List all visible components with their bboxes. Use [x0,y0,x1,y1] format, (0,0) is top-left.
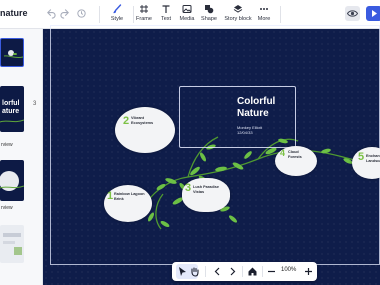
slide-thumbnail[interactable] [0,225,24,263]
bottom-divider [242,266,243,277]
chevron-right-icon[interactable] [227,266,238,277]
slide-thumbnail-image [3,233,22,255]
tool-label: Shape [201,16,217,22]
presentation-title[interactable]: Colorful Nature [237,96,297,120]
redo-icon[interactable] [60,8,71,19]
topic-number: 5 [358,151,365,163]
cursor-icon[interactable] [177,266,188,277]
image-icon [182,5,192,13]
slide-thumbnail[interactable] [0,160,24,201]
bottom-divider [205,266,206,277]
slide-label: rview [1,142,13,148]
zoom-out-icon[interactable] [266,266,277,277]
topic-bubble[interactable] [115,107,175,153]
tool-label: Style [110,16,124,22]
tool-shape-button[interactable]: Shape [195,4,223,26]
topic-title: Cloud Forests [288,150,302,159]
tool-label: More [257,16,271,22]
zoom-level[interactable]: 100% [281,267,296,273]
slide-thumbnail-image [0,119,24,123]
more-icon [260,8,268,10]
presentation-date: 12/04/33 [237,130,253,135]
slide-thumbnail-image [3,50,23,59]
present-button[interactable] [366,6,380,21]
topic-title: Lush Paradise Vistas [193,185,219,194]
slide-thumbnail-image [0,171,24,191]
topic-title: Enchanted Landscapes [366,154,380,163]
preview-button[interactable] [345,6,360,21]
topic-number: 2 [123,115,130,127]
app-window: nature Style Frame Text Media Shape Stor… [0,0,380,285]
text-icon [162,5,170,13]
slide-thumbnail[interactable]: lorful ature [0,86,24,132]
presentation-author: Monkey Elliott 12/04/33 [237,125,262,135]
toolbar-divider [280,6,281,23]
brush-icon [113,4,122,14]
toolbar-divider [99,6,100,23]
document-title[interactable]: nature [0,8,28,18]
slide-thumbnail[interactable] [0,38,24,67]
topic-number: 4 [280,148,286,158]
slides-sidebar: lorfulature 3 rview rview 2 [0,29,43,285]
frame-icon [140,5,148,13]
topic-number: 3 [185,182,192,194]
zoom-in-icon[interactable] [303,266,314,277]
undo-icon[interactable] [45,8,56,19]
home-icon[interactable] [247,266,258,277]
canvas-bottom-toolbar: 100% [172,262,317,281]
hand-icon[interactable] [189,266,200,277]
topic-title: Vibrant Ecosystems [131,116,154,125]
layers-icon [233,5,243,13]
vine-illustration [142,136,380,230]
play-icon [372,10,377,17]
chevron-left-icon[interactable] [212,266,223,277]
slide-label: rview [1,205,13,211]
bottom-divider [262,266,263,277]
history-icon[interactable] [76,8,87,19]
topic-number: 1 [107,190,114,202]
shape-icon [205,5,214,14]
slide-number: 3 [33,101,37,107]
tool-more-button[interactable]: More [250,4,278,26]
eye-icon [346,10,359,17]
tool-style-button[interactable]: Style [103,4,131,26]
topic-title: Rainbow Lagoon Brink [114,192,145,201]
